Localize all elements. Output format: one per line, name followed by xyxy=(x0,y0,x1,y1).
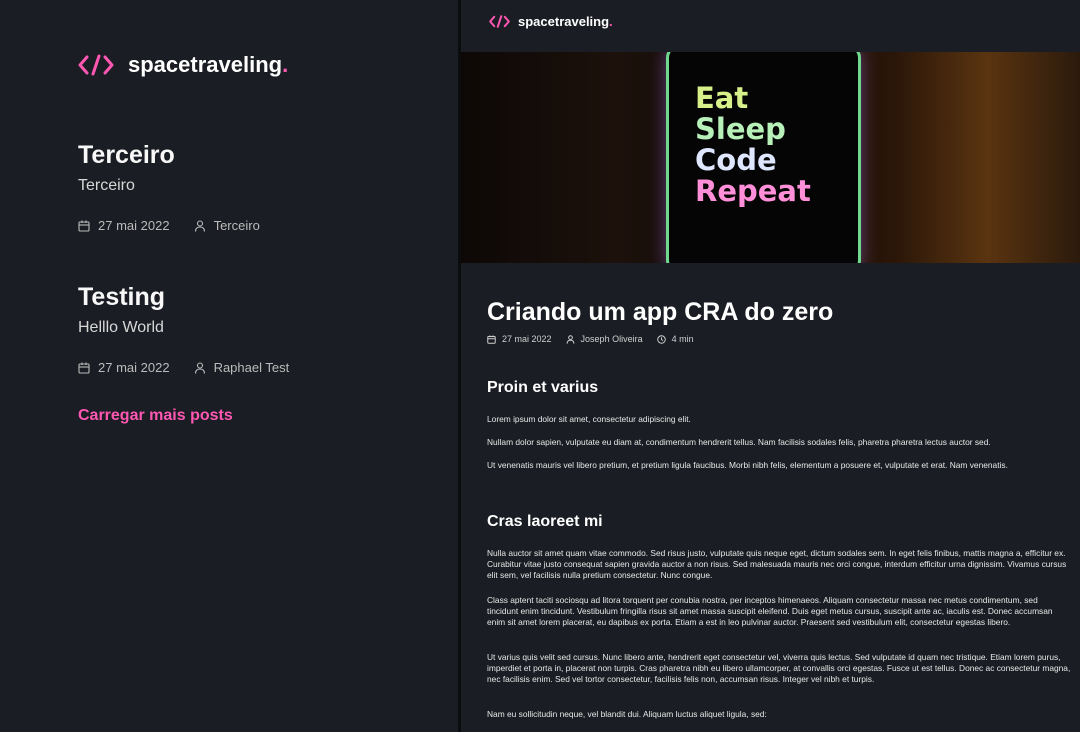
post-date: 27 mai 2022 xyxy=(78,218,170,233)
post-card[interactable]: Terceiro Terceiro 27 mai 2022 Terceiro xyxy=(78,140,438,233)
article-date: 27 mai 2022 xyxy=(487,334,552,344)
banner-text: Eat Sleep Code Repeat xyxy=(695,83,811,207)
banner-word: Code xyxy=(695,143,777,177)
post-meta: 27 mai 2022 Terceiro xyxy=(78,218,438,233)
article-author-text: Joseph Oliveira xyxy=(580,334,643,344)
paragraph: Ut varius quis velit sed cursus. Nunc li… xyxy=(487,652,1071,685)
paragraph: Nam eu sollicitudin neque, vel blandit d… xyxy=(487,709,767,719)
article-banner-image: Eat Sleep Code Repeat xyxy=(461,52,1080,263)
post-author-text: Raphael Test xyxy=(213,360,290,375)
paragraph: Lorem ipsum dolor sit amet, consectetur … xyxy=(487,414,691,424)
home-pane: spacetraveling. Terceiro Terceiro 27 mai… xyxy=(0,0,458,732)
banner-word: Eat xyxy=(695,81,749,115)
paragraph: Nullam dolor sapien, vulputate eu diam a… xyxy=(487,437,991,447)
code-brackets-icon xyxy=(489,15,510,28)
brand-name: spacetraveling xyxy=(518,14,610,29)
article-reading-time-text: 4 min xyxy=(671,334,694,344)
load-more-button[interactable]: Carregar mais posts xyxy=(78,407,233,425)
post-subtitle: Terceiro xyxy=(78,177,135,194)
post-subtitle: Helllo World xyxy=(78,319,164,336)
paragraph: Ut venenatis mauris vel libero pretium, … xyxy=(487,460,1008,470)
article-date-text: 27 mai 2022 xyxy=(502,334,552,344)
post-author: Terceiro xyxy=(194,218,260,233)
post-meta: 27 mai 2022 Raphael Test xyxy=(78,360,438,375)
post-date: 27 mai 2022 xyxy=(78,360,170,375)
paragraph: Class aptent taciti sociosqu ad litora t… xyxy=(487,595,1053,628)
brand-dot: . xyxy=(282,52,289,77)
post-author-text: Terceiro xyxy=(213,218,260,233)
user-icon xyxy=(194,219,214,232)
post-title[interactable]: Testing xyxy=(78,282,438,312)
section-heading: Cras laoreet mi xyxy=(487,513,603,530)
post-author: Raphael Test xyxy=(194,360,290,375)
code-brackets-icon xyxy=(78,54,114,76)
article-author: Joseph Oliveira xyxy=(566,334,643,344)
paragraph: Nulla auctor sit amet quam vitae commodo… xyxy=(487,548,1067,581)
home-logo[interactable]: spacetraveling. xyxy=(78,52,288,78)
post-date-text: 27 mai 2022 xyxy=(98,218,170,233)
brand-dot: . xyxy=(609,14,613,29)
phone-illustration: Eat Sleep Code Repeat xyxy=(666,52,861,263)
calendar-icon xyxy=(487,334,502,344)
post-date-text: 27 mai 2022 xyxy=(98,360,170,375)
clock-icon xyxy=(656,334,672,344)
article-reading-time: 4 min xyxy=(656,334,694,344)
article-meta: 27 mai 2022 Joseph Oliveira 4 min xyxy=(487,334,708,344)
calendar-icon xyxy=(78,362,98,374)
header-logo[interactable]: spacetraveling. xyxy=(489,14,613,29)
banner-word: Repeat xyxy=(695,174,811,208)
calendar-icon xyxy=(78,220,98,232)
user-icon xyxy=(566,334,581,344)
post-card[interactable]: Testing Helllo World 27 mai 2022 Raphael… xyxy=(78,282,438,375)
post-title[interactable]: Terceiro xyxy=(78,140,438,170)
article-title: Criando um app CRA do zero xyxy=(487,298,834,326)
section-heading: Proin et varius xyxy=(487,379,599,396)
article-pane: spacetraveling. Eat Sleep Code Repeat Cr… xyxy=(461,0,1080,732)
brand-name: spacetraveling xyxy=(128,52,283,77)
banner-word: Sleep xyxy=(695,112,786,146)
user-icon xyxy=(194,361,214,374)
